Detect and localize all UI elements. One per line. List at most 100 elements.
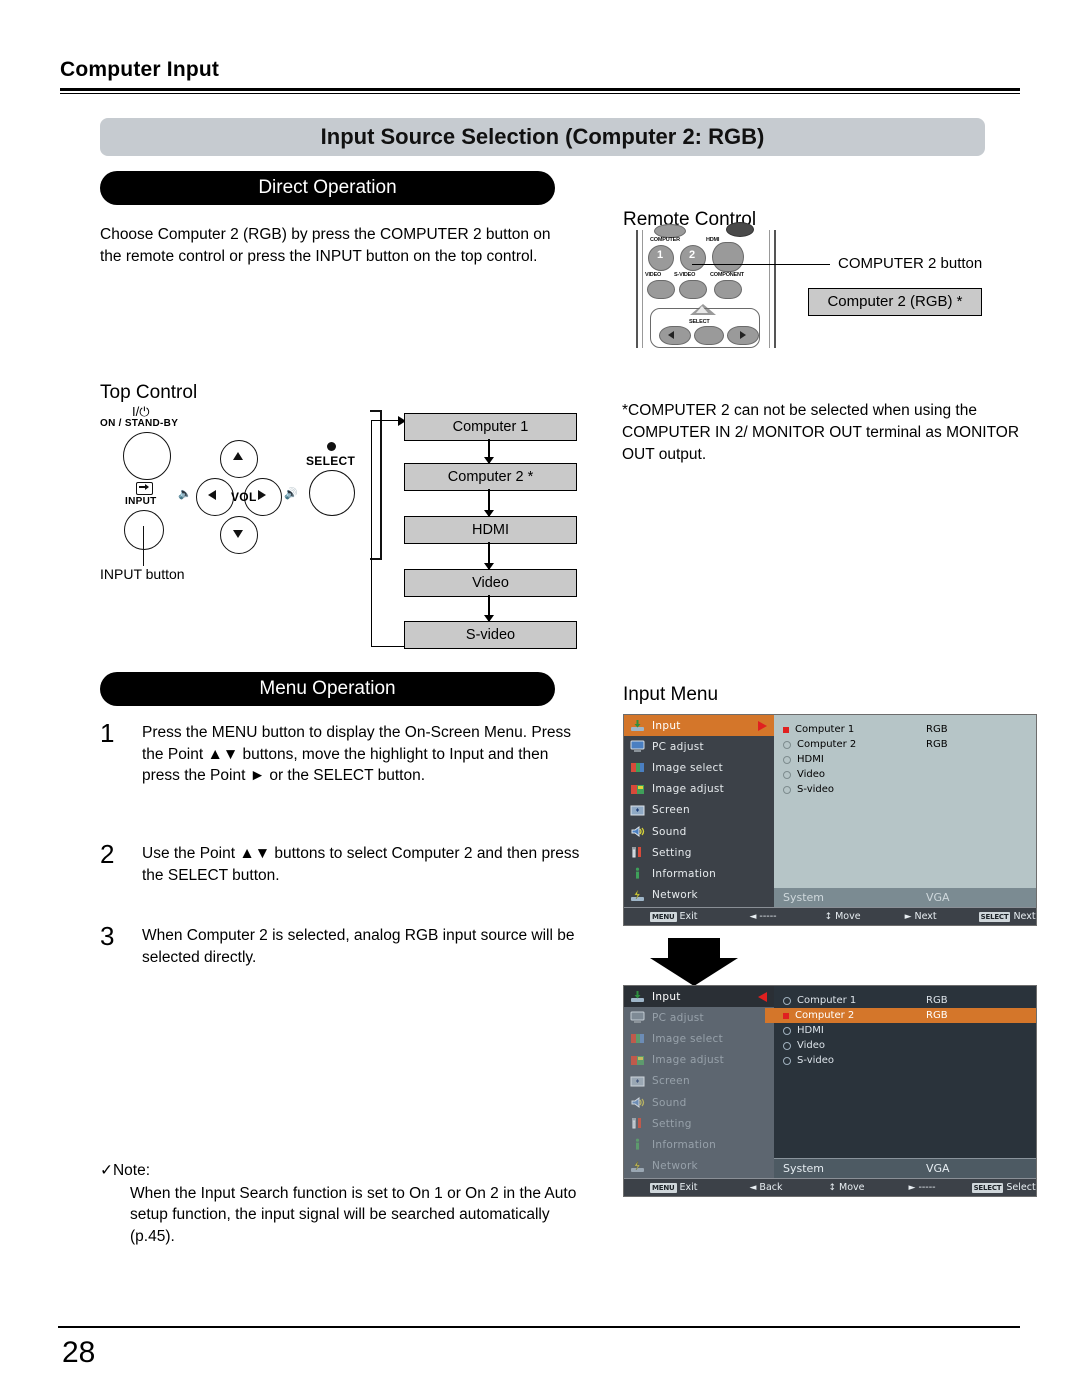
transition-arrow-stem xyxy=(668,938,720,960)
left-triangle-icon xyxy=(668,331,674,339)
s-video-button[interactable] xyxy=(679,280,707,299)
monitor-icon xyxy=(630,740,645,753)
input-label: INPUT xyxy=(125,496,157,507)
sidebar-item-network[interactable]: Network xyxy=(624,885,774,906)
radio-icon xyxy=(783,740,791,749)
source-row-video[interactable]: Video xyxy=(774,767,1036,782)
sidebar-item-pc-adjust[interactable]: PC adjust xyxy=(624,1007,774,1028)
osd1-sidebar: Input PC adjust Image select Image adjus… xyxy=(624,715,774,907)
remote-top-button-right xyxy=(726,222,754,237)
up-down-arrow-icon: ↕ xyxy=(824,911,833,922)
menu-operation-bar: Menu Operation xyxy=(100,672,555,706)
step-text: When Computer 2 is selected, analog RGB … xyxy=(142,927,575,966)
flow-loop-arrow xyxy=(371,416,406,647)
source-row-s-video[interactable]: S-video xyxy=(774,1053,1036,1068)
step-number: 2 xyxy=(100,839,115,869)
source-row-hdmi[interactable]: HDMI xyxy=(774,752,1036,767)
sidebar-item-setting[interactable]: Setting xyxy=(624,842,774,863)
source-row-computer-1[interactable]: Computer 1 RGB xyxy=(774,993,1036,1008)
menu-key-icon: MENU xyxy=(650,1182,677,1193)
footer-exit[interactable]: MENU Exit xyxy=(650,911,698,922)
footer-next[interactable]: ► Next xyxy=(905,911,937,922)
sidebar-item-sound[interactable]: Sound xyxy=(624,1092,774,1113)
footer-move[interactable]: ↕ Move xyxy=(829,1182,865,1193)
sidebar-item-screen[interactable]: Screen xyxy=(624,1071,774,1092)
sidebar-item-image-adjust[interactable]: Image adjust xyxy=(624,779,774,800)
sidebar-item-setting[interactable]: Setting xyxy=(624,1113,774,1134)
direct-operation-text: Choose Computer 2 (RGB) by press the COM… xyxy=(100,226,551,265)
video-button[interactable] xyxy=(647,280,675,299)
flow-label: Computer 1 xyxy=(452,419,529,435)
radio-icon xyxy=(783,1056,791,1065)
footer-label: Move xyxy=(839,1182,865,1193)
volume-down-icon: 🔈 xyxy=(178,488,192,500)
sidebar-item-image-select[interactable]: Image select xyxy=(624,757,774,778)
network-icon xyxy=(630,889,645,902)
manual-page: Computer Input Input Source Selection (C… xyxy=(0,0,1080,1397)
step-number: 3 xyxy=(100,921,115,951)
point-left-button[interactable] xyxy=(659,326,691,345)
remote-highlight-label: Computer 2 (RGB) * xyxy=(827,293,963,310)
sidebar-item-sound[interactable]: Sound xyxy=(624,821,774,842)
note-body: When the Input Search function is set to… xyxy=(130,1184,577,1245)
sidebar-item-information[interactable]: Information xyxy=(624,1134,774,1155)
flow-arrow-2 xyxy=(484,489,493,517)
footer-exit[interactable]: MENU Exit xyxy=(650,1182,698,1193)
footer-label: Back xyxy=(759,1182,783,1193)
input-callout-leader xyxy=(143,526,145,566)
system-value: VGA xyxy=(926,891,950,904)
select-key[interactable] xyxy=(309,470,355,516)
header-rule-thick xyxy=(60,88,1020,91)
hdmi-button[interactable] xyxy=(712,242,744,272)
sidebar-item-pc-adjust[interactable]: PC adjust xyxy=(624,736,774,757)
remote-label-video: VIDEO xyxy=(645,272,662,278)
osd1-system-row: System VGA xyxy=(774,888,1036,907)
sidebar-item-label: Image adjust xyxy=(652,1054,725,1067)
osd2-footer: MENU Exit ◄ Back ↕ Move ► ----- SELECT S… xyxy=(624,1178,1036,1196)
source-row-video[interactable]: Video xyxy=(774,1038,1036,1053)
power-button[interactable] xyxy=(123,432,171,480)
sidebar-item-label: Image adjust xyxy=(652,783,725,796)
select-key-icon: SELECT xyxy=(971,1182,1004,1193)
source-row-computer-2[interactable]: Computer 2 RGB xyxy=(765,1008,1036,1023)
sidebar-item-image-adjust[interactable]: Image adjust xyxy=(624,1050,774,1071)
system-value: VGA xyxy=(926,1162,950,1175)
source-label: Computer 2 xyxy=(797,739,857,750)
source-row-hdmi[interactable]: HDMI xyxy=(774,1023,1036,1038)
flow-label: Computer 2 * xyxy=(447,469,534,485)
sidebar-item-input[interactable]: Input xyxy=(624,715,774,737)
sidebar-item-screen[interactable]: Screen xyxy=(624,800,774,821)
sidebar-item-image-select[interactable]: Image select xyxy=(624,1028,774,1049)
source-label: HDMI xyxy=(797,1025,824,1036)
sidebar-item-input[interactable]: Input xyxy=(624,986,774,1008)
input-menu-heading: Input Menu xyxy=(623,684,719,705)
info-icon xyxy=(630,867,645,880)
flow-arrow-3 xyxy=(484,542,493,570)
select-key-icon: SELECT xyxy=(978,911,1011,922)
tools-icon xyxy=(630,846,645,859)
footer-back[interactable]: ◄ ----- xyxy=(750,911,777,922)
source-row-computer-2[interactable]: Computer 2 RGB xyxy=(774,737,1036,752)
right-arrow-icon: ► xyxy=(904,911,912,922)
component-button[interactable] xyxy=(714,280,742,299)
footer-next[interactable]: ► ----- xyxy=(909,1182,936,1193)
footer-select[interactable]: SELECT Select xyxy=(971,1182,1036,1193)
sidebar-item-information[interactable]: Information xyxy=(624,863,774,884)
footer-label: ----- xyxy=(759,911,777,922)
sidebar-item-network[interactable]: Network xyxy=(624,1156,774,1177)
source-row-computer-1[interactable]: Computer 1 RGB xyxy=(774,722,1036,737)
sidebar-item-label: Input xyxy=(652,719,681,732)
step-number: 1 xyxy=(100,718,115,748)
osd-screen-2: Input PC adjust Image select Image adjus… xyxy=(623,985,1037,1197)
footer-move[interactable]: ↕ Move xyxy=(825,911,861,922)
source-row-s-video[interactable]: S-video xyxy=(774,782,1036,797)
top-control-illustration: I/⏻ ON / STAND-BY INPUT INPUT button VOL… xyxy=(100,404,382,582)
footer-select[interactable]: SELECT Next xyxy=(978,911,1036,922)
footer-label: ----- xyxy=(918,1182,936,1193)
up-triangle-icon xyxy=(696,306,708,313)
menu-operation-label: Menu Operation xyxy=(259,678,396,699)
footer-back[interactable]: ◄ Back xyxy=(750,1182,783,1193)
select-button[interactable] xyxy=(694,326,724,345)
flow-arrow-4 xyxy=(484,595,493,622)
remote-label-computer: COMPUTER xyxy=(650,237,680,243)
